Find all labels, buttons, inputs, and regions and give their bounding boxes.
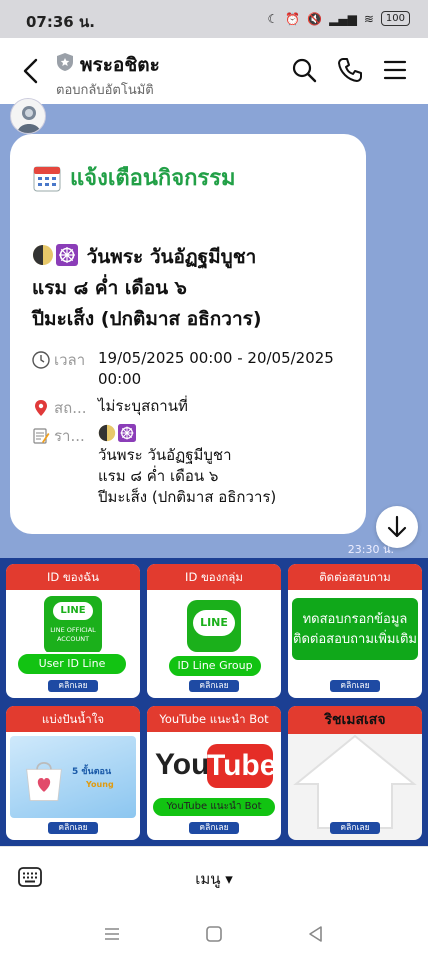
line-official-logo: LINE LINE OFFICIAL ACCOUNT (44, 596, 102, 654)
detail-label: รา... (32, 424, 98, 448)
rich-menu-tile-group-id[interactable]: ID ของกลุ่ม LINE ID Line Group คลิกเลย (147, 564, 281, 698)
click-button[interactable]: คลิกเลย (189, 822, 239, 834)
time-label: เวลา (32, 348, 98, 372)
event-heading-line1: วันพระ วันอัฏฐมีบูชา (86, 246, 257, 268)
detail-line2: แรม ๘ ค่ำ เดือน ๖ (98, 467, 219, 485)
card-title-text: แจ้งเตือนกิจกรรม (70, 166, 236, 191)
moon-icon: ☾ (267, 11, 279, 26)
rich-menu-tile-rich-message[interactable]: ริชเมสเสจ คลิกเลย (288, 706, 422, 840)
time-value: 19/05/2025 00:00 - 20/05/2025 00:00 (98, 349, 334, 388)
event-heading: วันพระ วันอัฏฐมีบูชา แรม ๘ ค่ำ เดือน ๖ ป… (32, 242, 352, 335)
shield-icon (57, 53, 73, 71)
tile-header: แบ่งปันน้ำใจ (6, 706, 140, 732)
calendar-icon (33, 166, 61, 191)
id-line-group-pill: ID Line Group (167, 654, 263, 678)
status-bar: 07:36 น. ☾ ⏰ 🔇 ▂▄▆ ≋ 100 (0, 0, 428, 38)
chat-header: พระอชิตะ ตอบกลับอัตโนมัติ (0, 38, 428, 104)
heart-bag-icon (26, 761, 62, 801)
monk-figure-icon (17, 106, 41, 133)
click-button[interactable]: คลิกเลย (330, 680, 380, 692)
place-label: สถ... (32, 396, 98, 420)
mute-icon: 🔇 (307, 11, 323, 26)
search-icon[interactable] (290, 56, 318, 84)
phone-icon[interactable] (336, 56, 364, 84)
tile-header: ติดต่อสอบถาม (288, 564, 422, 590)
battery-indicator: 100 (380, 11, 410, 26)
click-button[interactable]: คลิกเลย (48, 822, 98, 834)
wifi-icon: ≋ (363, 11, 374, 26)
clock-icon (32, 351, 50, 369)
hamburger-menu-icon[interactable] (381, 56, 409, 84)
click-button[interactable]: คลิกเลย (48, 680, 98, 692)
location-pin-icon (35, 400, 47, 416)
tile-header: YouTube แนะนำ Bot (147, 706, 281, 732)
event-heading-line2: แรม ๘ ค่ำ เดือน ๖ (32, 277, 187, 299)
card-title: แจ้งเตือนกิจกรรม (32, 160, 236, 195)
rich-menu-tile-my-id[interactable]: ID ของฉัน LINE LINE OFFICIAL ACCOUNT User… (6, 564, 140, 698)
half-moon-icon (33, 245, 53, 265)
event-notification-card[interactable]: แจ้งเตือนกิจกรรม วันพระ วันอัฏฐมีบูชา แร… (10, 134, 366, 534)
back-arrow-icon[interactable] (18, 56, 46, 86)
message-timestamp: 23:30 น. (347, 543, 394, 556)
click-button[interactable]: คลิกเลย (189, 680, 239, 692)
tile-header: ริชเมสเสจ (288, 706, 422, 734)
rich-menu-toggle[interactable]: เมนู ▾ (0, 867, 428, 891)
sharing-banner-image: 5 ขั้นตอน Young (10, 736, 136, 818)
home-icon[interactable] (204, 924, 224, 944)
back-nav-icon[interactable] (306, 924, 326, 944)
line-logo: LINE (187, 600, 241, 652)
place-value: ไม่ระบุสถานที่ (98, 397, 188, 415)
half-moon-icon (98, 424, 116, 442)
detail-line3: ปีมะเส็ง (ปกติมาส อธิกวาร) (98, 488, 277, 506)
tile-header: ID ของกลุ่ม (147, 564, 281, 590)
contact-info-card: ทดสอบกรอกข้อมูล ติดต่อสอบถามเพิ่มเติม (292, 598, 418, 660)
tile-header: ID ของฉัน (6, 564, 140, 590)
rich-menu-tile-contact[interactable]: ติดต่อสอบถาม ทดสอบกรอกข้อมูล ติดต่อสอบถาม… (288, 564, 422, 698)
click-button[interactable]: คลิกเลย (330, 822, 380, 834)
home-placeholder-icon (293, 734, 417, 829)
rich-menu-tile-share[interactable]: แบ่งปันน้ำใจ 5 ขั้นตอน Young คลิกเลย (6, 706, 140, 840)
status-time: 07:36 น. (26, 13, 95, 31)
detail-line1: วันพระ วันอัฏฐมีบูชา (98, 446, 232, 464)
dharma-wheel-icon (56, 244, 78, 266)
user-id-line-pill: User ID Line (16, 652, 128, 676)
rich-menu-tile-youtube[interactable]: YouTube แนะนำ Bot You Tube YouTube แนะนำ… (147, 706, 281, 840)
dharma-wheel-icon (118, 424, 136, 442)
chat-area[interactable]: แจ้งเตือนกิจกรรม วันพระ วันอัฏฐมีบูชา แร… (0, 98, 428, 558)
bot-avatar[interactable] (10, 98, 46, 134)
signal-icon: ▂▄▆ (329, 11, 357, 26)
rich-menu: ID ของฉัน LINE LINE OFFICIAL ACCOUNT User… (0, 558, 428, 846)
memo-icon (33, 428, 50, 444)
system-navigation-bar (0, 908, 428, 960)
chat-title[interactable]: พระอชิตะ (80, 50, 160, 80)
alarm-icon: ⏰ (285, 11, 301, 26)
recent-apps-icon[interactable] (102, 924, 122, 944)
youtube-bot-pill: YouTube แนะนำ Bot (151, 796, 277, 818)
event-heading-line3: ปีมะเส็ง (ปกติมาส อธิกวาร) (32, 308, 262, 330)
bottom-menu-bar: เมนู ▾ (0, 846, 428, 908)
youtube-logo: You Tube (153, 744, 276, 790)
detail-value: วันพระ วันอัฏฐมีบูชา แรม ๘ ค่ำ เดือน ๖ ป… (98, 424, 368, 508)
status-icons: ☾ ⏰ 🔇 ▂▄▆ ≋ 100 (267, 11, 410, 26)
chat-subtitle: ตอบกลับอัตโนมัติ (56, 83, 154, 98)
